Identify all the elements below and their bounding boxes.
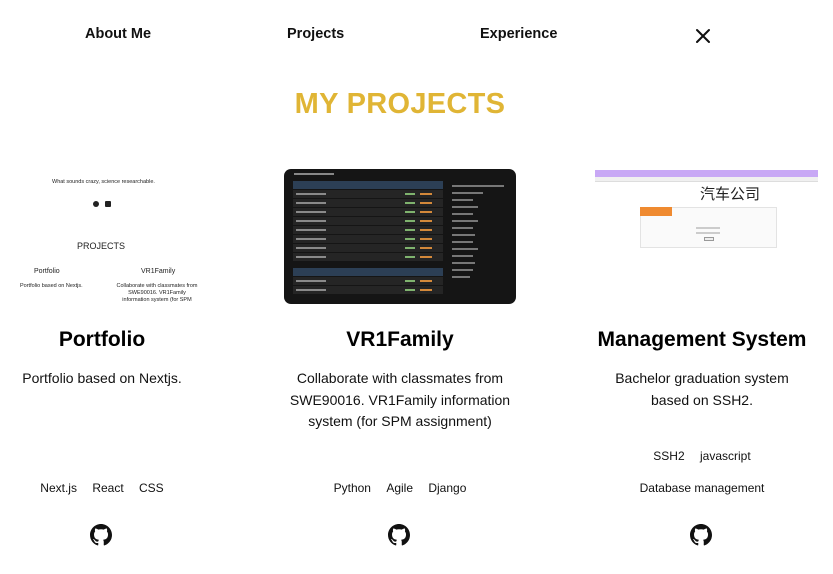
thumb-field: [696, 227, 720, 229]
thumb-url-bar: [595, 177, 818, 182]
nav-about-me[interactable]: About Me: [85, 26, 151, 42]
project-thumbnail[interactable]: [284, 169, 516, 304]
thumb-card2-title: VR1Family: [141, 268, 176, 275]
thumb-row: [293, 216, 443, 226]
thumb-browser-tab: [595, 170, 818, 177]
thumb-card2-desc: Collaborate with classmates from SWE9001…: [116, 283, 198, 303]
project-tags: SSH2 javascript: [586, 449, 818, 463]
project-title: Portfolio: [58, 328, 146, 351]
thumb-tagline: What sounds crazy, science researchable.: [52, 179, 155, 185]
github-icon[interactable]: [90, 524, 112, 546]
tag: javascript: [700, 449, 751, 463]
github-icon[interactable]: [388, 524, 410, 546]
tag: Python: [333, 481, 371, 495]
project-thumbnail[interactable]: What sounds crazy, science researchable.…: [0, 169, 218, 304]
tag: CSS: [139, 481, 164, 495]
thumb-card1-title: Portfolio: [34, 268, 60, 275]
thumb-row: [293, 243, 443, 253]
tag: SSH2: [653, 449, 685, 463]
thumb-row: [293, 276, 443, 286]
tag: Django: [428, 481, 467, 495]
project-card-vr1family: VR1Family Collaborate with classmates fr…: [284, 169, 516, 546]
thumb-row: [293, 189, 443, 199]
section-title: MY PROJECTS: [294, 88, 506, 120]
thumb-login-header: [640, 207, 672, 216]
project-description: Collaborate with classmates from SWE9001…: [289, 370, 511, 430]
thumb-table: [293, 181, 443, 295]
thumb-heading: 汽车公司: [700, 185, 761, 203]
project-thumbnail[interactable]: 汽车公司: [586, 169, 818, 304]
tag: Next.js: [40, 481, 77, 495]
tag: React: [92, 481, 124, 495]
tag: Database management: [639, 481, 765, 495]
project-tags: Python Agile Django: [284, 481, 516, 495]
thumb-row: [293, 198, 443, 208]
thumb-github-icon: [93, 201, 99, 207]
project-card-management-system: 汽车公司 Management System Bachelor graduati…: [586, 169, 818, 546]
thumb-row: [293, 234, 443, 244]
thumb-login-button: [704, 237, 714, 241]
project-tags: Next.js React CSS: [0, 481, 218, 495]
tag: Agile: [386, 481, 413, 495]
thumb-field: [696, 232, 720, 234]
project-description: Bachelor graduation system based on SSH2…: [615, 370, 789, 408]
thumb-row: [293, 252, 443, 262]
thumb-header: [294, 173, 334, 175]
project-tags-second-row: Database management: [586, 481, 818, 495]
project-description: Portfolio based on Nextjs.: [22, 370, 182, 386]
nav-experience[interactable]: Experience: [480, 26, 557, 42]
thumb-sidebar: [452, 185, 504, 283]
thumb-row: [293, 285, 443, 295]
project-title: Management System: [597, 328, 807, 351]
thumb-linkedin-icon: [105, 201, 111, 207]
project-title: VR1Family: [346, 328, 454, 351]
project-card-portfolio: What sounds crazy, science researchable.…: [0, 169, 218, 546]
thumb-row: [293, 225, 443, 235]
close-icon[interactable]: [694, 27, 712, 45]
github-icon[interactable]: [690, 524, 712, 546]
thumb-card1-desc: Portfolio based on Nextjs.: [20, 283, 83, 289]
thumb-row: [293, 207, 443, 217]
thumb-heading: PROJECTS: [77, 241, 126, 251]
top-nav: About Me Projects Experience: [0, 26, 833, 46]
thumb-row: [293, 181, 443, 190]
nav-projects[interactable]: Projects: [287, 26, 344, 42]
thumb-row: [293, 267, 443, 277]
